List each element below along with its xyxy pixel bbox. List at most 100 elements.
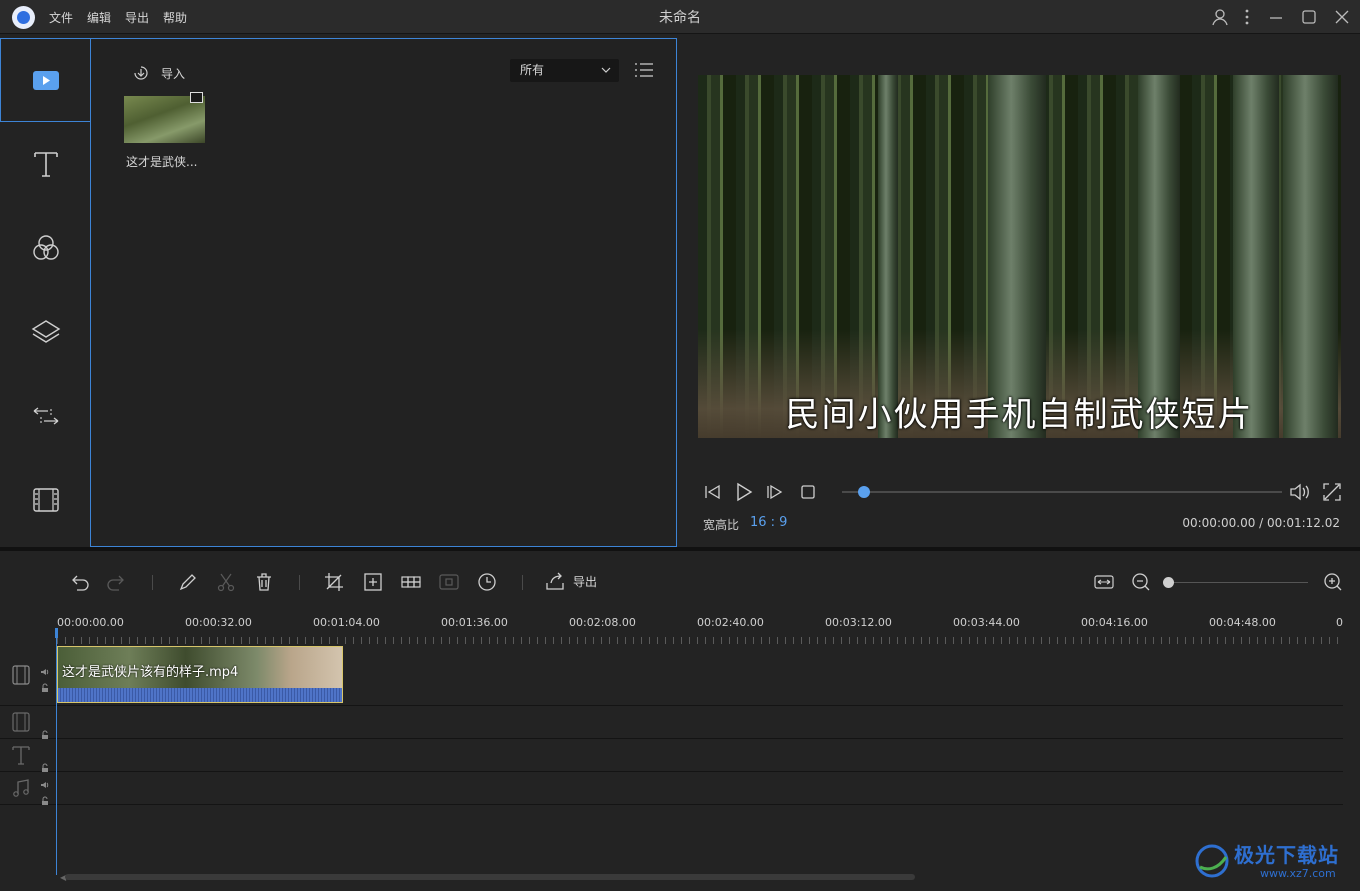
delete-icon[interactable] [253, 571, 275, 593]
watermark-name: 极光下载站 [1234, 843, 1339, 867]
text-track [0, 739, 1343, 772]
lock-icon[interactable] [40, 758, 50, 772]
filter-icon [32, 235, 59, 260]
menu-file[interactable]: 文件 [49, 9, 73, 26]
ruler-label: 00:02:08.00 [569, 616, 636, 629]
list-icon [635, 63, 653, 77]
ruler-ticks [57, 637, 1343, 644]
sidebar-item-media[interactable] [0, 38, 91, 122]
aspect-ratio-value[interactable]: 16 : 9 [750, 515, 787, 530]
ruler-label: 00:00:32.00 [185, 616, 252, 629]
lock-icon[interactable] [40, 725, 50, 739]
list-view-button[interactable] [634, 61, 654, 79]
menu-export[interactable]: 导出 [125, 9, 149, 26]
fullscreen-icon[interactable] [1321, 481, 1343, 503]
ruler-label: 00:01:36.00 [441, 616, 508, 629]
ruler-label: 00:03:12.00 [825, 616, 892, 629]
zoom-in-icon[interactable] [1322, 571, 1344, 593]
crop-icon[interactable] [323, 571, 345, 593]
lock-icon[interactable] [40, 791, 50, 805]
text-icon [33, 152, 58, 177]
sidebar-item-overlay[interactable] [0, 290, 91, 374]
clip-audio-waveform [58, 688, 342, 702]
play-icon[interactable] [732, 481, 754, 503]
import-button[interactable]: 导入 [131, 63, 185, 83]
ruler-label: 00:04:16.00 [1081, 616, 1148, 629]
playback-controls [702, 481, 1342, 505]
undo-icon[interactable] [68, 571, 90, 593]
track-header [0, 772, 56, 805]
more-icon[interactable] [1236, 6, 1258, 28]
next-frame-icon[interactable] [764, 481, 786, 503]
mute-icon[interactable] [40, 662, 50, 675]
playback-timecode: 00:00:00.00 / 00:01:12.02 [1182, 516, 1340, 530]
export-icon[interactable] [544, 571, 566, 593]
ruler-label: 00:03:44.00 [953, 616, 1020, 629]
playback-progress-knob[interactable] [858, 486, 870, 498]
menu-edit[interactable]: 编辑 [87, 9, 111, 26]
volume-icon[interactable] [1288, 481, 1310, 503]
video-editor-app: 文件 编辑 导出 帮助 未命名 导入 所有 这才是武侠... 民间小伙用手机自制… [0, 0, 1360, 891]
cut-icon[interactable] [215, 571, 237, 593]
media-thumbnail[interactable] [124, 92, 205, 143]
watermark: 极光下载站 www.xz7.com [1192, 837, 1352, 885]
audio-track [0, 772, 1343, 805]
overlay-icon [31, 320, 60, 343]
freeze-frame-icon[interactable] [438, 571, 460, 593]
video-preview[interactable]: 民间小伙用手机自制武侠短片 [698, 75, 1341, 438]
watermark-url: www.xz7.com [1260, 867, 1336, 880]
edit-pencil-icon[interactable] [177, 571, 199, 593]
mosaic-icon[interactable] [400, 571, 422, 593]
redo-icon[interactable] [106, 571, 128, 593]
video-clip[interactable]: 这才是武侠片该有的样子.mp4 [57, 646, 343, 703]
lock-icon[interactable] [40, 678, 50, 692]
clip-name: 这才是武侠片该有的样子.mp4 [62, 665, 239, 680]
import-icon [134, 66, 148, 80]
fit-timeline-icon[interactable] [1093, 571, 1115, 593]
zoom-region-icon[interactable] [362, 571, 384, 593]
playhead[interactable] [56, 630, 57, 875]
import-label: 导入 [161, 66, 186, 81]
ruler-label: 00:01:04.00 [313, 616, 380, 629]
track-header [0, 739, 56, 772]
aspect-ratio-label: 宽高比 [703, 518, 740, 532]
music-icon [10, 777, 32, 799]
sidebar [0, 38, 91, 547]
minimize-icon[interactable] [1265, 6, 1287, 28]
timeline-toolbar: 导出 [0, 551, 1360, 609]
sidebar-item-transition[interactable] [0, 374, 91, 458]
ruler-label: 00:02:40.00 [697, 616, 764, 629]
timeline-ruler[interactable]: 00:00:00.00 00:00:32.00 00:01:04.00 00:0… [57, 609, 1343, 645]
export-button-label[interactable]: 导出 [573, 573, 597, 590]
zoom-slider-track[interactable] [1168, 582, 1308, 583]
film-element-icon [32, 488, 59, 512]
ruler-label: 00:00:00.00 [57, 616, 124, 629]
ruler-label: 00:04:48.00 [1209, 616, 1276, 629]
filter-value: 所有 [520, 63, 545, 77]
media-filter-select[interactable]: 所有 [510, 59, 619, 82]
watermark-logo-icon [1195, 844, 1229, 878]
video-track: 这才是武侠片该有的样子.mp4 [0, 645, 1343, 706]
media-icon [33, 71, 59, 90]
timeline-scrollbar[interactable] [65, 874, 915, 880]
app-logo-icon [12, 6, 35, 29]
mute-icon[interactable] [40, 775, 50, 788]
window-title: 未命名 [659, 10, 701, 26]
stop-icon[interactable] [797, 481, 819, 503]
maximize-icon[interactable] [1298, 6, 1320, 28]
previous-frame-icon[interactable] [702, 481, 724, 503]
menu-help[interactable]: 帮助 [163, 9, 187, 26]
sidebar-item-elements[interactable] [0, 458, 91, 542]
media-library-panel: 导入 所有 这才是武侠... [90, 38, 677, 547]
playback-progress-track[interactable] [842, 491, 1282, 493]
text-track-icon [10, 744, 32, 766]
user-icon[interactable] [1209, 6, 1231, 28]
zoom-out-icon[interactable] [1130, 571, 1152, 593]
sidebar-item-text[interactable] [0, 122, 91, 206]
overlay-track [0, 706, 1343, 739]
sidebar-item-filter[interactable] [0, 206, 91, 290]
zoom-slider-knob[interactable] [1163, 577, 1174, 588]
duration-clock-icon[interactable] [476, 571, 498, 593]
close-icon[interactable] [1331, 6, 1353, 28]
title-bar: 文件 编辑 导出 帮助 未命名 [0, 0, 1360, 34]
